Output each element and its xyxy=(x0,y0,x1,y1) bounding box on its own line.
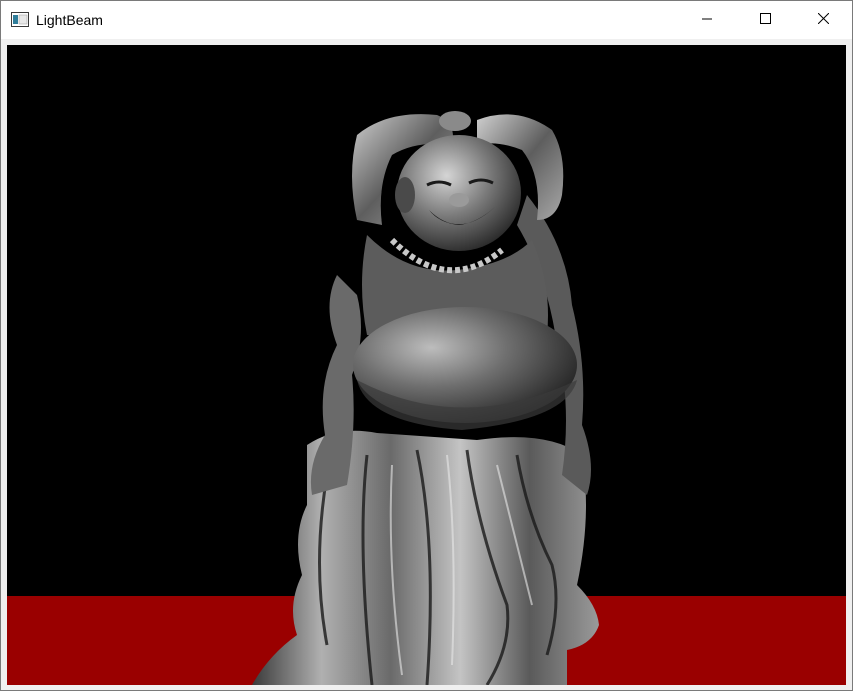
maximize-icon xyxy=(759,11,771,29)
render-viewport[interactable] xyxy=(7,45,846,685)
close-icon xyxy=(817,11,829,29)
buddha-statue-render xyxy=(7,111,846,685)
minimize-button[interactable] xyxy=(678,1,736,39)
app-window-icon xyxy=(11,12,29,27)
close-button[interactable] xyxy=(794,1,852,39)
minimize-icon xyxy=(702,11,712,29)
app-window: LightBeam xyxy=(0,0,853,691)
title-bar[interactable]: LightBeam xyxy=(1,1,852,39)
window-title: LightBeam xyxy=(36,12,103,28)
maximize-button[interactable] xyxy=(736,1,794,39)
